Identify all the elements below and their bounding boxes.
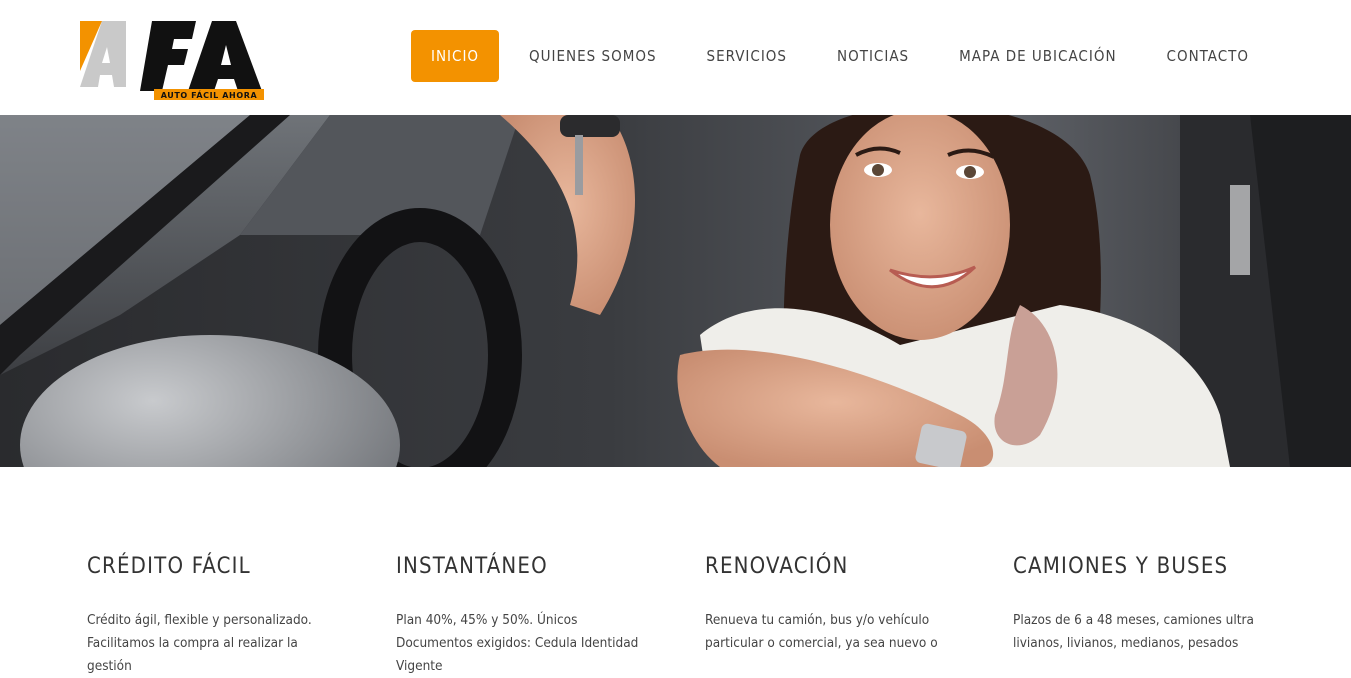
feature-camiones-y-buses: CAMIONES Y BUSES Plazos de 6 a 48 meses,… xyxy=(1013,553,1273,655)
feature-text: Renueva tu camión, bus y/o vehículo part… xyxy=(705,612,938,651)
features-section: CRÉDITO FÁCIL Crédito ágil, flexible y p… xyxy=(0,467,1351,674)
feature-instantaneo: INSTANTÁNEO Plan 40%, 45% y 50%. Únicos … xyxy=(396,553,656,678)
nav-quienes-somos[interactable]: QUIENES SOMOS xyxy=(509,30,677,82)
nav-mapa-de-ubicacion[interactable]: MAPA DE UBICACIÓN xyxy=(939,30,1136,82)
feature-title: RENOVACIÓN xyxy=(705,554,849,579)
feature-text: Plan 40%, 45% y 50%. Únicos Documentos e… xyxy=(396,612,639,674)
nav-contacto[interactable]: CONTACTO xyxy=(1147,30,1269,82)
afa-logo[interactable]: AUTO FÁCIL AHORA xyxy=(80,19,266,102)
feature-title: CRÉDITO FÁCIL xyxy=(87,554,251,579)
site-header: AUTO FÁCIL AHORA INICIO QUIENES SOMOS SE… xyxy=(0,0,1351,115)
nav-noticias[interactable]: NOTICIAS xyxy=(817,30,929,82)
hero-image xyxy=(0,115,1351,467)
nav-servicios[interactable]: SERVICIOS xyxy=(687,30,807,82)
feature-text: Crédito ágil, flexible y personalizado. … xyxy=(87,612,312,674)
nav-inicio[interactable]: INICIO xyxy=(410,30,500,82)
hero-banner xyxy=(0,115,1351,467)
feature-text: Plazos de 6 a 48 meses, camiones ultra l… xyxy=(1013,612,1254,651)
main-nav: INICIO QUIENES SOMOS SERVICIOS NOTICIAS … xyxy=(401,30,1269,82)
feature-title: INSTANTÁNEO xyxy=(396,554,548,579)
feature-renovacion: RENOVACIÓN Renueva tu camión, bus y/o ve… xyxy=(705,553,965,655)
feature-credito-facil: CRÉDITO FÁCIL Crédito ágil, flexible y p… xyxy=(87,553,347,678)
logo-tagline: AUTO FÁCIL AHORA xyxy=(161,89,258,100)
feature-title: CAMIONES Y BUSES xyxy=(1013,554,1229,579)
